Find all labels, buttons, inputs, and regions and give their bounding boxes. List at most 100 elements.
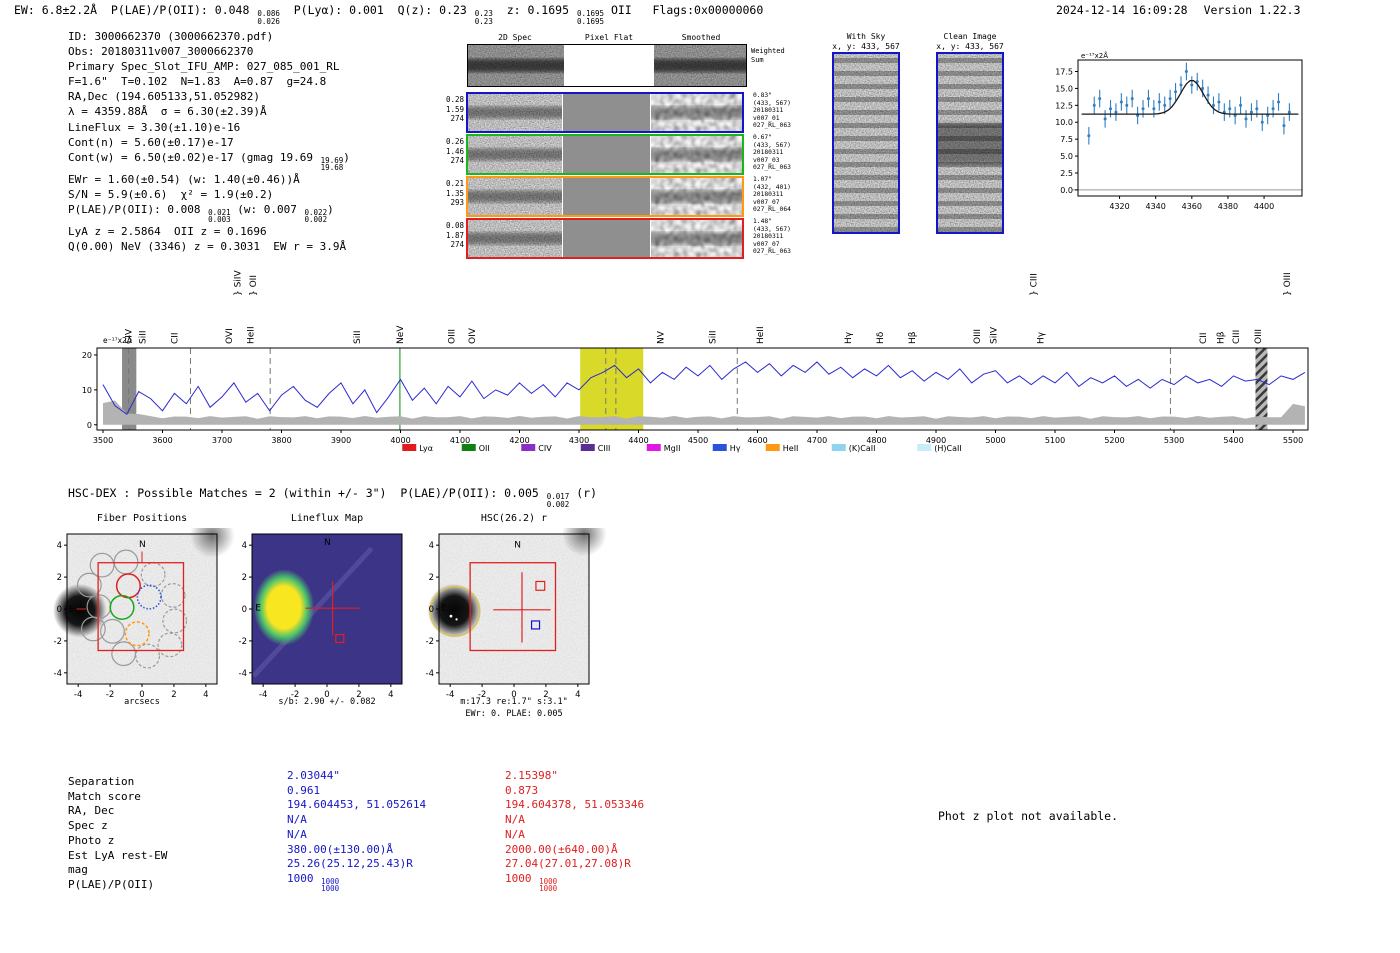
match-text: N/A	[287, 813, 307, 827]
svg-text:0: 0	[57, 605, 62, 615]
emission-line-label: } OIII	[1283, 272, 1293, 296]
info-fraction: 19.69 19.68	[320, 155, 344, 173]
svg-text:3500: 3500	[93, 436, 113, 445]
info-line: Q(0.00) NeV (3346) z = 0.3031 EW r = 3.9…	[68, 239, 350, 254]
hsc-header-fraction: 0.017 0.002	[546, 492, 570, 509]
match-value: 194.604378, 51.053346	[505, 798, 644, 811]
weighted-sum-row	[467, 44, 747, 87]
report-timestamp: 2024-12-14 16:09:28	[1056, 3, 1188, 17]
svg-text:5400: 5400	[1223, 436, 1243, 445]
match-fraction: 1000 1000	[321, 876, 340, 894]
emission-line-label: } OII	[249, 275, 259, 296]
svg-text:0: 0	[139, 690, 144, 700]
flat-cutout-image	[563, 94, 650, 131]
svg-text:2: 2	[171, 690, 176, 700]
match-value: 380.00(±130.00)Å	[287, 843, 393, 856]
match-text: 0.873	[505, 783, 539, 797]
spec-cutout-image	[468, 94, 562, 131]
svg-text:2: 2	[242, 573, 247, 583]
smooth-cutout-image	[651, 220, 742, 257]
legend-swatch	[917, 444, 932, 451]
svg-text:-2: -2	[54, 637, 62, 647]
header-fraction: 0.23 0.23	[474, 9, 493, 26]
match-text: 194.604453, 51.052614	[287, 798, 427, 812]
smooth-cutout-image	[651, 136, 742, 173]
smooth-cutout-image	[651, 178, 742, 215]
legend-swatch	[521, 444, 536, 451]
fiber-positions-plot: N E -4 -4 -2 -2 0 0 2 2 4 4	[52, 528, 235, 700]
info-line: LyA z = 2.5864 OII z = 0.1696	[68, 224, 350, 239]
east-label: E	[255, 603, 261, 613]
svg-text:0: 0	[511, 690, 516, 700]
sky-panel-title: Clean Image	[943, 32, 997, 41]
emission-line-label: Hδ	[876, 331, 886, 344]
svg-text:4400: 4400	[1254, 202, 1274, 211]
match-fraction: 1000 1000	[539, 876, 558, 894]
svg-text:2: 2	[543, 690, 548, 700]
match-text: N/A	[505, 827, 525, 841]
weighted-sum-label: Weighted Sum	[751, 47, 785, 64]
match-value: 1000 1000 1000	[505, 872, 557, 893]
svg-text:4340: 4340	[1145, 202, 1165, 211]
info-text: )	[327, 202, 334, 216]
svg-text:4: 4	[242, 541, 247, 551]
line-fit-ylabel: e⁻¹⁷x2Å	[1081, 51, 1108, 60]
detection-info-block: ID: 3000662370 (3000662370.pdf) Obs: 2018…	[68, 29, 350, 254]
match-value: N/A	[505, 813, 525, 826]
match-text: 25.26(25.12,25.43)R	[287, 857, 413, 871]
info-line: LineFlux = 3.30(±1.10)e-16	[68, 120, 350, 135]
match-text: 194.604378, 51.053346	[505, 798, 645, 812]
hsc-image-title: HSC(26.2) r	[480, 513, 548, 524]
cutout-row-stats: 0.28 1.59 274	[445, 95, 464, 123]
info-line: EWr = 1.60(±0.54) (w: 1.40(±0.46))Å	[68, 172, 350, 187]
legend-label: Hγ	[730, 444, 741, 453]
match-row-label: RA, Dec	[68, 804, 115, 818]
sky-panel-coords: x, y: 433, 567	[832, 42, 900, 51]
match-row-label: Est LyA rest-EW	[68, 848, 168, 862]
cutout-row-annotation: 0.67" (433, 567) 20180311 v007_03 027_RL_063	[753, 134, 791, 172]
svg-text:5100: 5100	[1045, 436, 1065, 445]
match-value: 1000 1000 1000	[287, 872, 339, 893]
emission-line-label: Hβ	[908, 331, 918, 344]
emission-line-label: } CIII	[1030, 273, 1040, 296]
legend-label: (K)CaII	[849, 444, 876, 453]
smooth-cutout-image	[651, 94, 742, 131]
svg-text:5200: 5200	[1104, 436, 1124, 445]
svg-text:4300: 4300	[569, 436, 589, 445]
report-version: Version 1.22.3	[1203, 3, 1301, 17]
svg-text:-2: -2	[426, 637, 434, 647]
svg-text:4100: 4100	[450, 436, 470, 445]
match-value: N/A	[287, 813, 307, 826]
emission-line-label: OIII	[448, 329, 458, 344]
svg-text:0.0: 0.0	[1060, 186, 1073, 195]
hsc-image-plot: N E -4 -4 -2 -2 0 0 2 2 4 4	[426, 528, 607, 700]
svg-text:0: 0	[87, 421, 92, 430]
svg-text:4320: 4320	[1109, 202, 1129, 211]
info-text: LineFlux = 3.30(±1.10)e-16	[68, 120, 241, 134]
photz-note: Phot z plot not available.	[938, 809, 1119, 823]
cutout-row	[466, 176, 744, 217]
svg-text:15.0: 15.0	[1055, 84, 1073, 93]
emission-line-label: SiII	[138, 330, 148, 344]
legend-swatch	[580, 444, 595, 451]
svg-text:4: 4	[57, 541, 62, 551]
match-value: 2.15398"	[505, 769, 558, 782]
match-text: 0.961	[287, 783, 321, 797]
emission-line-label: Hγ	[844, 331, 854, 344]
north-label: N	[514, 541, 521, 551]
dark-cutout-image	[468, 45, 564, 86]
svg-text:-4: -4	[54, 669, 62, 679]
north-label: N	[139, 540, 146, 550]
svg-text:10: 10	[82, 386, 92, 395]
match-value: 194.604453, 51.052614	[287, 798, 426, 811]
info-line: ID: 3000662370 (3000662370.pdf)	[68, 29, 350, 44]
match-value: 25.26(25.12,25.43)R	[287, 857, 413, 870]
match-value: N/A	[287, 828, 307, 841]
info-text: (w: 0.007	[230, 202, 304, 216]
svg-text:4000: 4000	[390, 436, 410, 445]
info-line: F=1.6" T=0.102 N=1.83 A=0.87 g=24.8	[68, 74, 350, 89]
svg-text:12.5: 12.5	[1055, 101, 1073, 110]
legend-label: MgII	[664, 444, 681, 453]
emission-line-label: SiII	[353, 330, 363, 344]
svg-text:4: 4	[388, 690, 393, 700]
